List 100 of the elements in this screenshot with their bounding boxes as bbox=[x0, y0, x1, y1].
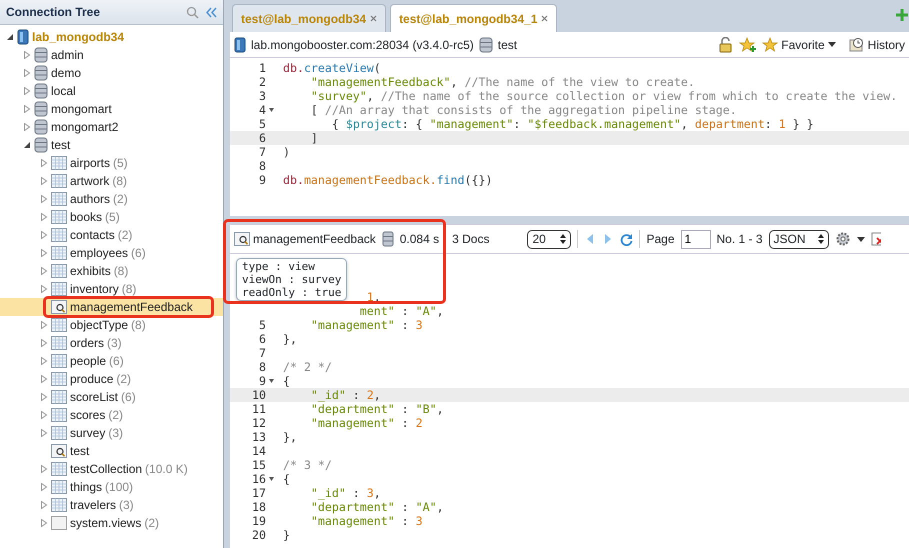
collection-item[interactable]: exhibits (8) bbox=[0, 262, 223, 280]
collapsed-arrow-icon[interactable] bbox=[40, 411, 48, 419]
collection-item[interactable]: books (5) bbox=[0, 208, 223, 226]
collection-item[interactable]: people (6) bbox=[0, 352, 223, 370]
line-number: 16 bbox=[252, 472, 266, 486]
search-icon[interactable] bbox=[186, 6, 199, 18]
page-range: No. 1 - 3 bbox=[716, 231, 763, 248]
database-item[interactable]: demo bbox=[0, 64, 223, 82]
database-item[interactable]: test bbox=[0, 136, 223, 154]
page-size-select[interactable]: 20 bbox=[527, 230, 572, 248]
collection-item[interactable]: authors (2) bbox=[0, 190, 223, 208]
line-number: 7 bbox=[259, 145, 266, 159]
collapsed-arrow-icon[interactable] bbox=[40, 159, 48, 167]
add-icon[interactable] bbox=[895, 8, 909, 22]
view-icon bbox=[51, 444, 67, 458]
collection-item[interactable]: inventory (8) bbox=[0, 280, 223, 298]
collapsed-arrow-icon[interactable] bbox=[40, 339, 48, 347]
page-label: Page bbox=[646, 231, 675, 248]
star-plus-icon[interactable] bbox=[739, 36, 758, 52]
table-icon bbox=[51, 372, 67, 386]
database-item[interactable]: mongomart2 bbox=[0, 118, 223, 136]
collection-item[interactable]: system.views (2) bbox=[0, 514, 223, 532]
collection-item[interactable]: scoreList (6) bbox=[0, 388, 223, 406]
collapsed-arrow-icon[interactable] bbox=[40, 465, 48, 473]
collapsed-arrow-icon[interactable] bbox=[40, 393, 48, 401]
collection-item[interactable]: objectType (8) bbox=[0, 316, 223, 334]
collapsed-arrow-icon[interactable] bbox=[40, 177, 48, 185]
database-icon bbox=[34, 47, 48, 63]
expanded-arrow-icon[interactable] bbox=[23, 141, 31, 149]
database-item[interactable]: mongomart bbox=[0, 100, 223, 118]
collection-item[interactable]: artwork (8) bbox=[0, 172, 223, 190]
collection-item[interactable]: survey (3) bbox=[0, 424, 223, 442]
collection-item[interactable]: travelers (3) bbox=[0, 496, 223, 514]
collapse-icon[interactable] bbox=[205, 6, 217, 18]
code-text: "survey", //The name of the source collection or view from which to create the view. bbox=[310, 89, 898, 103]
fold-icon[interactable] bbox=[269, 108, 274, 112]
database-item[interactable]: admin bbox=[0, 46, 223, 64]
close-icon[interactable] bbox=[370, 15, 378, 22]
collapsed-arrow-icon[interactable] bbox=[40, 501, 48, 509]
code-text: "_id" : 2, bbox=[310, 388, 381, 402]
settings-icon[interactable] bbox=[834, 231, 851, 247]
collection-item[interactable]: produce (2) bbox=[0, 370, 223, 388]
history-button[interactable]: History bbox=[848, 36, 905, 54]
line-number: 5 bbox=[259, 318, 266, 332]
collapsed-arrow-icon[interactable] bbox=[40, 213, 48, 221]
code-text: }, bbox=[283, 332, 297, 346]
panel-title: Connection Tree bbox=[6, 4, 102, 21]
server-icon bbox=[17, 29, 29, 45]
refresh-icon[interactable] bbox=[620, 232, 634, 246]
favorite-button[interactable]: Favorite bbox=[762, 36, 836, 54]
collection-item[interactable]: orders (3) bbox=[0, 334, 223, 352]
collapsed-arrow-icon[interactable] bbox=[23, 87, 31, 95]
table-icon bbox=[51, 480, 67, 494]
collapsed-arrow-icon[interactable] bbox=[40, 321, 48, 329]
page-field[interactable]: 1 bbox=[680, 230, 711, 248]
code-text: /* 3 */ bbox=[283, 458, 332, 472]
view-item[interactable]: test bbox=[0, 442, 223, 460]
collection-item[interactable]: employees (6) bbox=[0, 244, 223, 262]
server-address: lab.mongobooster.com:28034 (v3.4.0-rc5) bbox=[251, 36, 474, 54]
collapsed-arrow-icon[interactable] bbox=[23, 51, 31, 59]
table-icon bbox=[51, 336, 67, 350]
collapsed-arrow-icon[interactable] bbox=[40, 285, 48, 293]
line-number: 8 bbox=[259, 360, 266, 374]
collapsed-arrow-icon[interactable] bbox=[23, 123, 31, 131]
collapsed-arrow-icon[interactable] bbox=[23, 69, 31, 77]
fold-icon[interactable] bbox=[269, 477, 274, 481]
collapsed-arrow-icon[interactable] bbox=[40, 519, 48, 527]
collection-item[interactable]: things (100) bbox=[0, 478, 223, 496]
code-text: [ //An array that consists of the aggregation pipeline stage. bbox=[310, 103, 737, 117]
collection-item[interactable]: contacts (2) bbox=[0, 226, 223, 244]
collection-item[interactable]: scores (2) bbox=[0, 406, 223, 424]
collection-item[interactable]: testCollection (10.0 K) bbox=[0, 460, 223, 478]
table-icon bbox=[51, 390, 67, 404]
collapsed-arrow-icon[interactable] bbox=[40, 357, 48, 365]
close-icon[interactable] bbox=[541, 15, 548, 22]
code-text: { bbox=[283, 374, 290, 388]
collapsed-arrow-icon[interactable] bbox=[40, 249, 48, 257]
delete-icon[interactable] bbox=[870, 231, 881, 247]
fold-icon[interactable] bbox=[269, 379, 274, 383]
collapsed-arrow-icon[interactable] bbox=[40, 231, 48, 239]
caret-icon[interactable] bbox=[856, 236, 865, 242]
line-number: 15 bbox=[252, 458, 266, 472]
padlock-icon[interactable] bbox=[718, 36, 734, 52]
collapsed-arrow-icon[interactable] bbox=[40, 195, 48, 203]
table-icon bbox=[51, 156, 67, 170]
line-number: 10 bbox=[252, 388, 266, 402]
collapsed-arrow-icon[interactable] bbox=[40, 429, 48, 437]
collapsed-arrow-icon[interactable] bbox=[40, 375, 48, 383]
expanded-arrow-icon[interactable] bbox=[6, 33, 14, 41]
collapsed-arrow-icon[interactable] bbox=[40, 483, 48, 491]
collection-item[interactable]: airports (5) bbox=[0, 154, 223, 172]
code-text: ] bbox=[310, 131, 318, 145]
collapsed-arrow-icon[interactable] bbox=[40, 267, 48, 275]
format-select[interactable]: JSON bbox=[768, 230, 829, 248]
table-icon bbox=[51, 246, 67, 260]
line-number: 13 bbox=[252, 430, 266, 444]
collapsed-arrow-icon[interactable] bbox=[23, 105, 31, 113]
database-item[interactable]: local bbox=[0, 82, 223, 100]
updown-icon bbox=[818, 234, 824, 244]
line-number: 6 bbox=[259, 131, 266, 145]
